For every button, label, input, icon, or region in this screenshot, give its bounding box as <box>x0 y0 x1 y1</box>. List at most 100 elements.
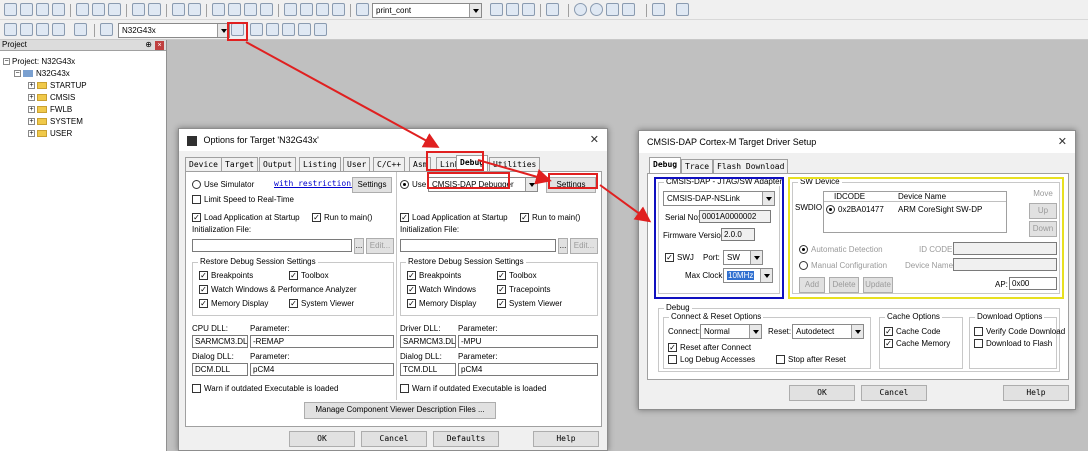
options-help-button[interactable]: Help <box>533 431 599 447</box>
group-cmsis[interactable]: + CMSIS <box>28 92 75 103</box>
find-in-files-icon[interactable] <box>356 3 369 16</box>
project-root[interactable]: − Project: N32G43x <box>3 56 75 67</box>
cpu-dll-input[interactable]: SARMCM3.DLL <box>192 335 248 348</box>
open-file-icon[interactable] <box>20 3 33 16</box>
right-dialog-dll-input[interactable]: TCM.DLL <box>400 363 456 376</box>
bookmark-icon[interactable] <box>212 3 225 16</box>
unindent-icon[interactable] <box>300 3 313 16</box>
incremental-find-icon[interactable] <box>506 3 519 16</box>
tab-driver-debug[interactable]: Debug <box>649 157 682 173</box>
left-memory-checkbox[interactable]: ✓ Memory Display <box>199 299 268 309</box>
paste-icon[interactable] <box>108 3 121 16</box>
run-time-env-icon[interactable] <box>282 23 295 36</box>
left-dialog-param-input[interactable]: pCM4 <box>250 363 394 376</box>
forward-icon[interactable] <box>188 3 201 16</box>
download-flash-checkbox[interactable]: Download to Flash <box>974 339 1052 349</box>
options-defaults-button[interactable]: Defaults <box>433 431 499 447</box>
cpu-param-input[interactable]: -REMAP <box>250 335 394 348</box>
left-dialog-dll-input[interactable]: DCM.DLL <box>192 363 248 376</box>
driver-help-button[interactable]: Help <box>1003 385 1069 401</box>
options-cancel-button[interactable]: Cancel <box>361 431 427 447</box>
connect-select[interactable]: Normal <box>700 324 762 339</box>
options-ok-button[interactable]: OK <box>289 431 355 447</box>
left-edit-button[interactable]: Edit... <box>366 238 394 254</box>
back-icon[interactable] <box>172 3 185 16</box>
limit-speed-checkbox[interactable]: Limit Speed to Real-Time <box>192 195 294 205</box>
save-icon[interactable] <box>36 3 49 16</box>
driver-dll-input[interactable]: SARMCM3.DLL <box>400 335 456 348</box>
manage-component-viewer-button[interactable]: Manage Component Viewer Description File… <box>304 402 496 419</box>
right-watch-checkbox[interactable]: ✓ Watch Windows <box>407 285 476 295</box>
component-icon[interactable] <box>314 23 327 36</box>
left-toolbox-checkbox[interactable]: ✓ Toolbox <box>289 271 329 281</box>
reset-after-connect-checkbox[interactable]: ✓ Reset after Connect <box>668 343 751 353</box>
left-init-file-input[interactable] <box>192 239 352 252</box>
right-dialog-param-input[interactable]: pCM4 <box>458 363 598 376</box>
tab-cpp[interactable]: C/C++ <box>373 157 406 171</box>
save-all-icon[interactable] <box>52 3 65 16</box>
rebuild-icon[interactable] <box>36 23 49 36</box>
configure-icon[interactable] <box>676 3 689 16</box>
left-load-app-checkbox[interactable]: ✓ Load Application at Startup <box>192 213 300 223</box>
tab-output[interactable]: Output <box>259 157 296 171</box>
manage-project-items-icon[interactable] <box>250 23 263 36</box>
right-browse-button[interactable]: ... <box>558 238 568 254</box>
tab-flash-download[interactable]: Flash Download <box>713 159 789 173</box>
right-memory-checkbox[interactable]: ✓ Memory Display <box>407 299 476 309</box>
cache-code-checkbox[interactable]: ✓ Cache Code <box>884 327 940 337</box>
uncomment-icon[interactable] <box>332 3 345 16</box>
right-sysviewer-checkbox[interactable]: ✓ System Viewer <box>497 299 562 309</box>
group-system[interactable]: + SYSTEM <box>28 116 83 127</box>
right-toolbox-checkbox[interactable]: ✓ Toolbox <box>497 271 537 281</box>
right-tracepoints-checkbox[interactable]: ✓ Tracepoints <box>497 285 551 295</box>
stop-after-reset-checkbox[interactable]: Stop after Reset <box>776 355 846 365</box>
tab-user[interactable]: User <box>343 157 371 171</box>
driver-ok-button[interactable]: OK <box>789 385 855 401</box>
tab-utilities[interactable]: Utilities <box>489 157 541 171</box>
tab-listing[interactable]: Listing <box>299 157 341 171</box>
settings-icon[interactable] <box>622 3 635 16</box>
right-run-main-checkbox[interactable]: ✓ Run to main() <box>520 213 580 223</box>
log-debug-checkbox[interactable]: Log Debug Accesses <box>668 355 755 365</box>
left-breakpoints-checkbox[interactable]: ✓ Breakpoints <box>199 271 253 281</box>
tab-target[interactable]: Target <box>221 157 258 171</box>
close-icon[interactable]: ✕ <box>1058 135 1067 148</box>
group-startup[interactable]: + STARTUP <box>28 80 87 91</box>
left-browse-button[interactable]: ... <box>354 238 364 254</box>
target-node[interactable]: − N32G43x <box>14 68 70 79</box>
project-target-combo[interactable]: N32G43x <box>118 23 230 38</box>
translate-icon[interactable] <box>4 23 17 36</box>
next-bookmark-icon[interactable] <box>244 3 257 16</box>
right-breakpoints-checkbox[interactable]: ✓ Breakpoints <box>407 271 461 281</box>
simulator-settings-button[interactable]: Settings <box>352 177 392 193</box>
new-file-icon[interactable] <box>4 3 17 16</box>
driver-param-input[interactable]: -MPU <box>458 335 598 348</box>
use-debugger-radio[interactable]: Use: <box>400 180 428 190</box>
record-icon[interactable] <box>574 3 587 16</box>
with-restrictions-link[interactable]: with restrictions <box>274 179 356 188</box>
zoom-icon[interactable] <box>546 3 559 16</box>
tab-driver-trace[interactable]: Trace <box>681 159 714 173</box>
debug-session-icon[interactable] <box>522 3 535 16</box>
target-combo[interactable]: print_cont <box>372 3 482 18</box>
right-init-file-input[interactable] <box>400 239 556 252</box>
left-watch-checkbox[interactable]: ✓ Watch Windows & Performance Analyzer <box>199 285 357 295</box>
circle-icon[interactable] <box>590 3 603 16</box>
left-sysviewer-checkbox[interactable]: ✓ System Viewer <box>289 299 354 309</box>
verify-download-checkbox[interactable]: Verify Code Download <box>974 327 1065 337</box>
find-icon[interactable] <box>490 3 503 16</box>
select-packs-icon[interactable] <box>266 23 279 36</box>
driver-cancel-button[interactable]: Cancel <box>861 385 927 401</box>
right-warn-checkbox[interactable]: Warn if outdated Executable is loaded <box>400 384 546 394</box>
pack-installer-icon[interactable] <box>298 23 311 36</box>
indent-icon[interactable] <box>284 3 297 16</box>
clear-bookmarks-icon[interactable] <box>260 3 273 16</box>
tools-icon[interactable] <box>606 3 619 16</box>
tab-device[interactable]: Device <box>185 157 222 171</box>
group-fwlb[interactable]: + FWLB <box>28 104 72 115</box>
pin-icon[interactable]: ⊕ <box>145 40 152 49</box>
load-icon[interactable] <box>100 23 113 36</box>
cache-memory-checkbox[interactable]: ✓ Cache Memory <box>884 339 950 349</box>
reset-select[interactable]: Autodetect <box>792 324 864 339</box>
left-warn-checkbox[interactable]: Warn if outdated Executable is loaded <box>192 384 338 394</box>
